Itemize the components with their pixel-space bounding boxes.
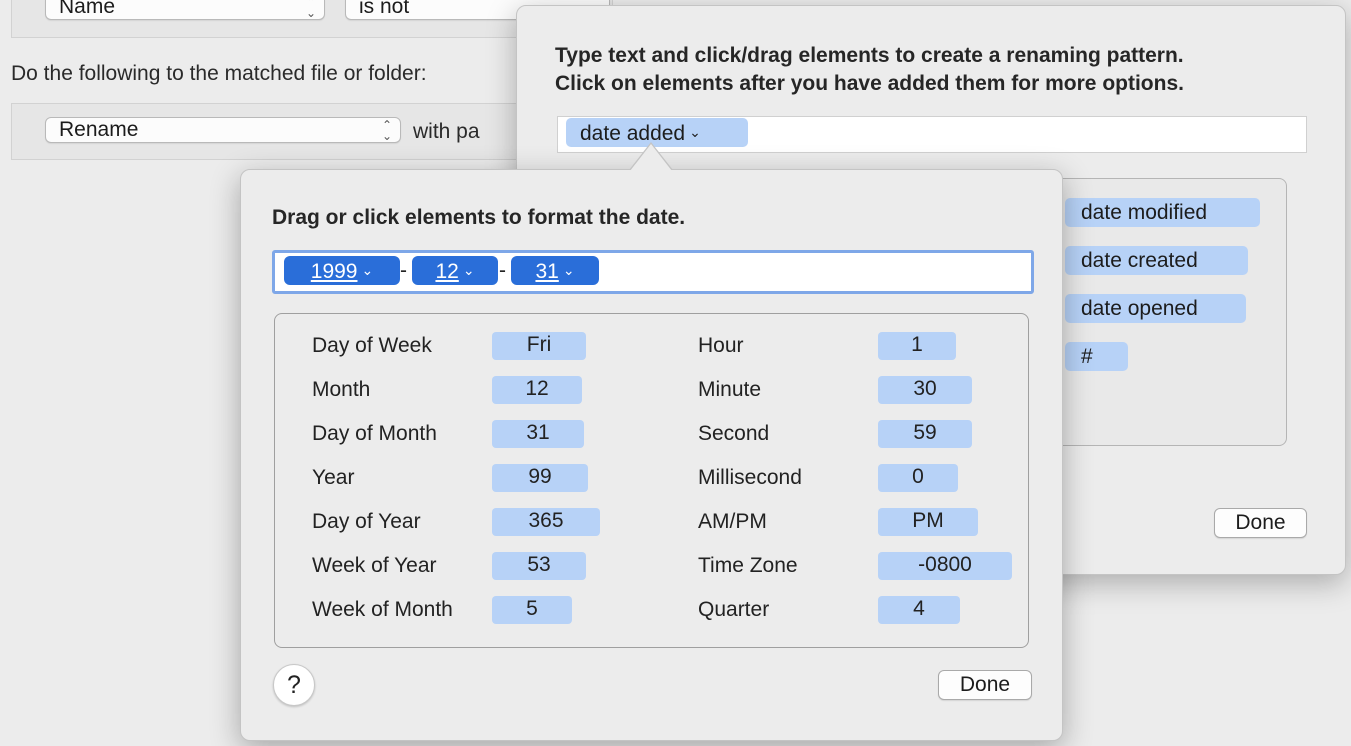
label-quarter: Quarter	[698, 598, 770, 621]
element-label: date created	[1081, 249, 1198, 272]
attribute-popup-label: Name	[59, 0, 116, 18]
token-time-zone[interactable]: -0800	[878, 552, 1012, 580]
pattern-instruction-line1: Type text and click/drag elements to cre…	[555, 44, 1184, 67]
chevron-down-icon: ⌄	[462, 262, 475, 278]
year-format-token-label: 1999	[310, 260, 358, 283]
label-year: Year	[312, 466, 355, 489]
label-second: Second	[698, 422, 770, 445]
element-date-modified[interactable]: date modified	[1065, 198, 1260, 227]
month-format-token[interactable]: 12 ⌄	[412, 256, 498, 285]
date-done-button[interactable]: Done	[938, 670, 1032, 700]
token-millisecond[interactable]: 0	[878, 464, 958, 492]
date-elements-grid: Day of Week Fri Month 12 Day of Month 31…	[274, 313, 1029, 648]
popover-arrow-fill	[630, 144, 672, 171]
day-format-token-label: 31	[535, 260, 559, 283]
token-week-of-year[interactable]: 53	[492, 552, 586, 580]
date-separator: -	[499, 259, 506, 282]
label-week-of-month: Week of Month	[312, 598, 453, 621]
token-year[interactable]: 99	[492, 464, 588, 492]
action-type-label: Rename	[59, 118, 139, 141]
date-format-instruction: Drag or click elements to format the dat…	[272, 206, 686, 229]
month-format-token-label: 12	[435, 260, 459, 283]
element-label: date opened	[1081, 297, 1198, 320]
pattern-instructions: Type text and click/drag elements to cre…	[555, 42, 1184, 98]
action-instruction: Do the following to the matched file or …	[11, 62, 427, 85]
pattern-done-button[interactable]: Done	[1214, 508, 1307, 538]
up-down-chevron-icon: ⌃ ⌄	[381, 118, 393, 143]
element-label: #	[1081, 345, 1093, 368]
token-hour[interactable]: 1	[878, 332, 956, 360]
day-format-token[interactable]: 31 ⌄	[511, 256, 599, 285]
token-am-pm[interactable]: PM	[878, 508, 978, 536]
operator-popup-label: is not	[359, 0, 410, 18]
token-day-of-week[interactable]: Fri	[492, 332, 586, 360]
label-day-of-week: Day of Week	[312, 334, 432, 357]
token-month[interactable]: 12	[492, 376, 582, 404]
pattern-instruction-line2: Click on elements after you have added t…	[555, 72, 1184, 95]
help-button[interactable]: ?	[273, 664, 315, 706]
label-millisecond: Millisecond	[698, 466, 802, 489]
label-time-zone: Time Zone	[698, 554, 798, 577]
attribute-popup[interactable]: Name ⌃ ⌄	[45, 0, 325, 20]
up-down-chevron-icon: ⌃ ⌄	[305, 0, 317, 20]
element-date-opened[interactable]: date opened	[1065, 294, 1246, 323]
date-separator: -	[400, 259, 407, 282]
element-date-created[interactable]: date created	[1065, 246, 1248, 275]
label-month: Month	[312, 378, 371, 401]
label-minute: Minute	[698, 378, 762, 401]
token-day-of-year[interactable]: 365	[492, 508, 600, 536]
label-week-of-year: Week of Year	[312, 554, 437, 577]
element-label: date modified	[1081, 201, 1208, 224]
token-minute[interactable]: 30	[878, 376, 972, 404]
label-day-of-year: Day of Year	[312, 510, 421, 533]
date-format-field[interactable]: 1999 ⌄ - 12 ⌄ - 31 ⌄	[272, 250, 1034, 294]
element-number[interactable]: #	[1065, 342, 1128, 371]
with-pattern-label: with pa	[413, 120, 480, 143]
chevron-down-icon: ⌄	[562, 262, 575, 278]
label-hour: Hour	[698, 334, 744, 357]
action-type-popup[interactable]: Rename ⌃ ⌄	[45, 117, 401, 143]
token-second[interactable]: 59	[878, 420, 972, 448]
chevron-down-icon: ⌄	[689, 124, 701, 140]
label-day-of-month: Day of Month	[312, 422, 437, 445]
token-quarter[interactable]: 4	[878, 596, 960, 624]
token-week-of-month[interactable]: 5	[492, 596, 572, 624]
token-day-of-month[interactable]: 31	[492, 420, 584, 448]
label-am-pm: AM/PM	[698, 510, 767, 533]
date-format-popover: Drag or click elements to format the dat…	[240, 142, 1063, 741]
chevron-down-icon: ⌄	[361, 262, 374, 278]
year-format-token[interactable]: 1999 ⌄	[284, 256, 400, 285]
